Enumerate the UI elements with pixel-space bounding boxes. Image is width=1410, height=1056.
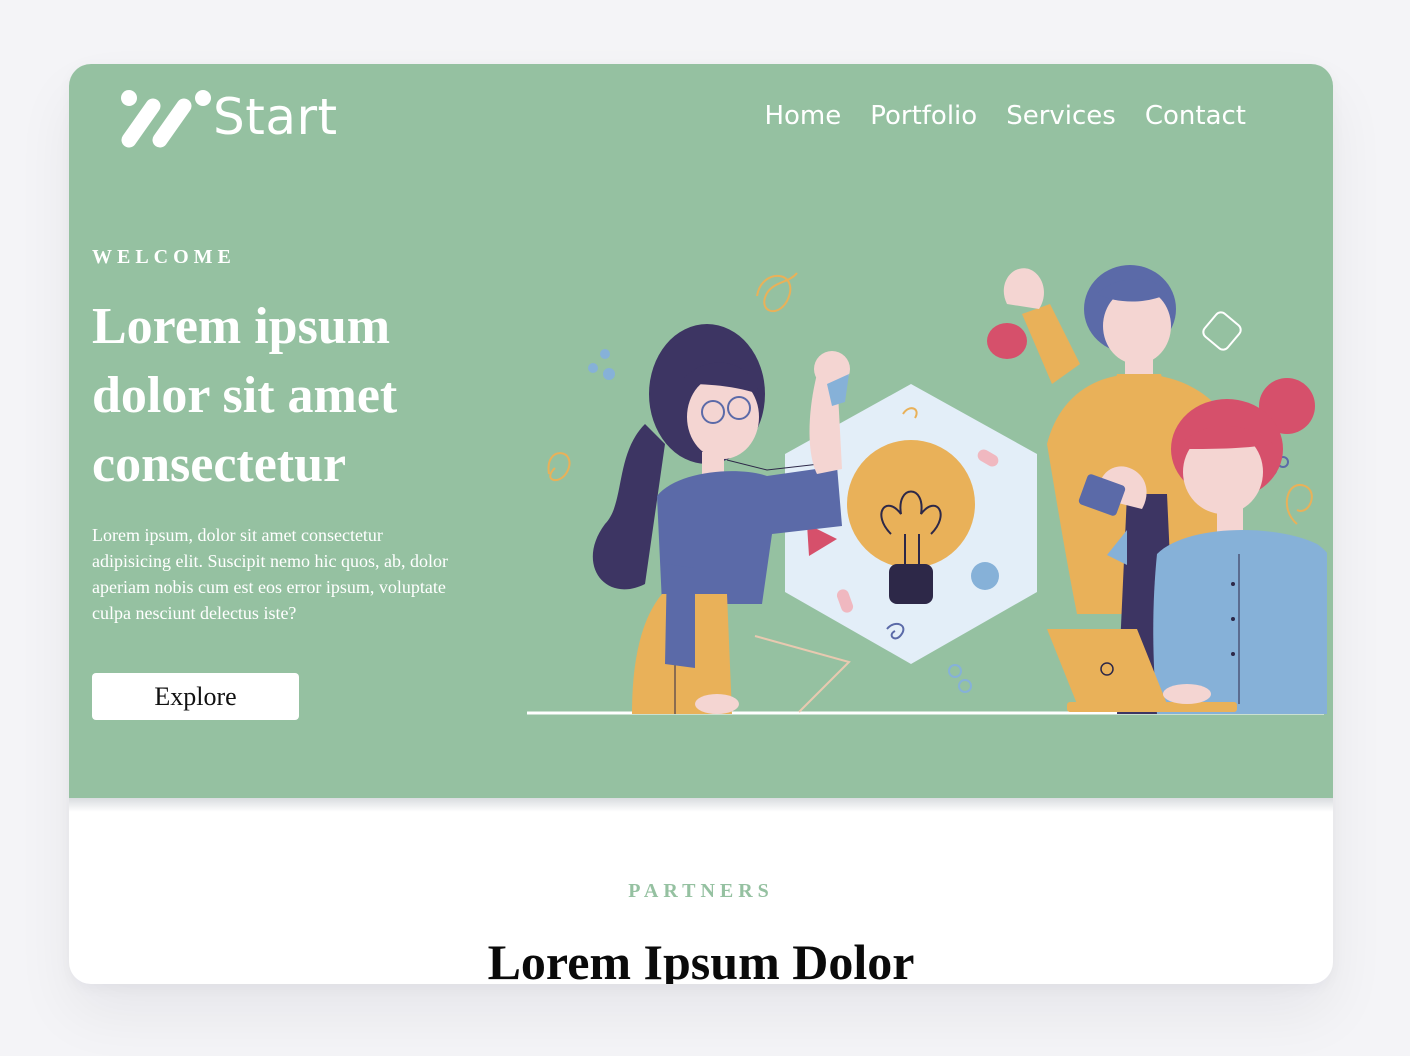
partners-label: PARTNERS <box>628 880 774 902</box>
hero-bottom-shadow <box>69 798 1333 812</box>
brand-name: Start <box>213 88 338 146</box>
hero-title-line-1: Lorem ipsum <box>92 298 391 355</box>
partners-title: Lorem Ipsum Dolor <box>487 934 915 984</box>
nav-portfolio[interactable]: Portfolio <box>870 101 977 131</box>
team-lightbulb-illustration <box>527 265 1327 715</box>
landing-page-card: Start Home Portfolio Services Contact WE… <box>69 64 1333 984</box>
nav-home[interactable]: Home <box>764 101 841 131</box>
start-logo-icon <box>121 90 211 148</box>
hero-title-line-2: dolor sit amet <box>92 367 398 424</box>
hero-title-line-3: consectetur <box>92 436 347 493</box>
explore-button[interactable]: Explore <box>92 673 299 720</box>
hero-title: Lorem ipsum dolor sit amet consectetur <box>92 292 512 499</box>
main-nav: Home Portfolio Services Contact <box>764 101 1246 131</box>
hero-eyebrow: WELCOME <box>92 246 236 268</box>
brand-logo[interactable]: Start <box>117 84 357 154</box>
hero-description: Lorem ipsum, dolor sit amet consectetur … <box>92 525 448 623</box>
hero-section: Start Home Portfolio Services Contact WE… <box>69 64 1333 798</box>
nav-services[interactable]: Services <box>1006 101 1116 131</box>
nav-contact[interactable]: Contact <box>1145 101 1246 131</box>
